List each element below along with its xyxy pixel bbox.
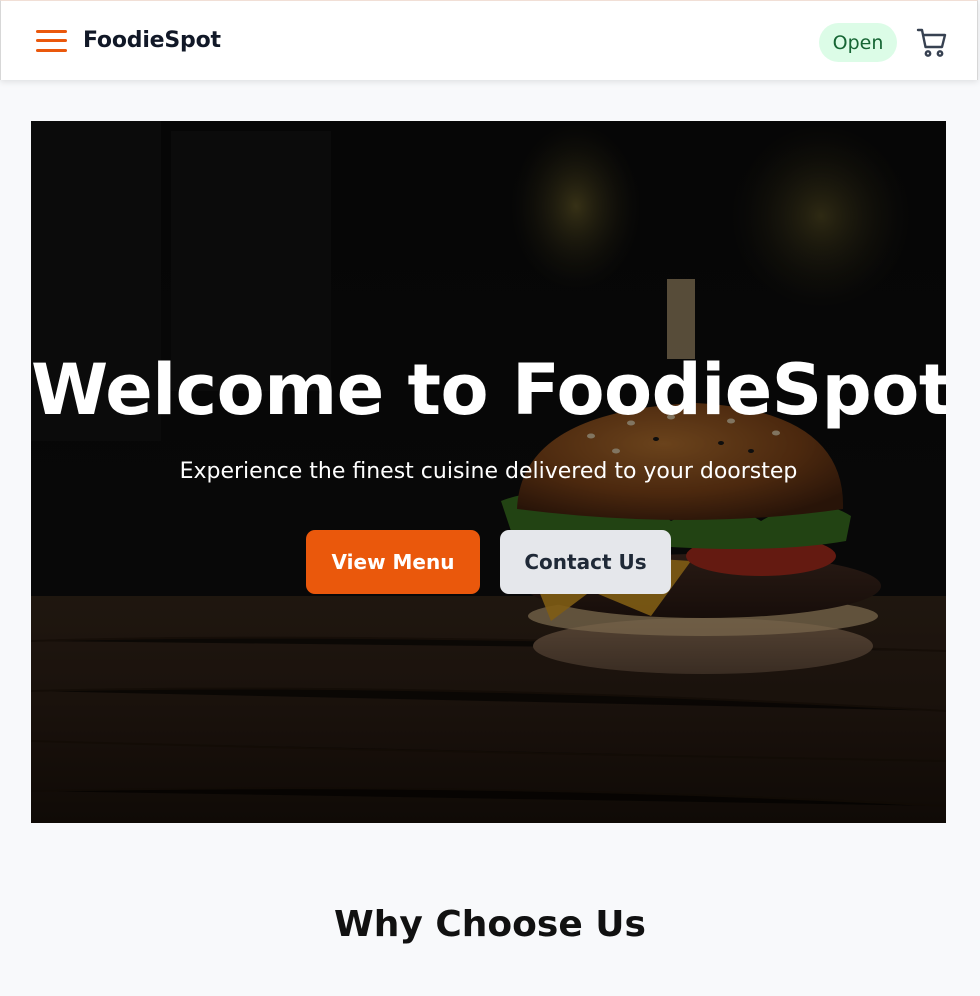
status-badge: Open [819,23,897,62]
hero-banner: Welcome to FoodieSpot Experience the fin… [31,121,946,823]
why-choose-us-heading: Why Choose Us [334,904,646,945]
contact-us-button[interactable]: Contact Us [500,530,671,594]
hero-title: Welcome to FoodieSpot [31,349,946,431]
shopping-cart-icon[interactable] [915,27,949,59]
top-navbar: FoodieSpot Open [0,0,978,80]
view-menu-button[interactable]: View Menu [306,530,480,594]
hamburger-menu-icon[interactable] [36,28,68,54]
brand-name[interactable]: FoodieSpot [83,28,221,53]
hero-subtitle: Experience the finest cuisine delivered … [179,459,798,484]
